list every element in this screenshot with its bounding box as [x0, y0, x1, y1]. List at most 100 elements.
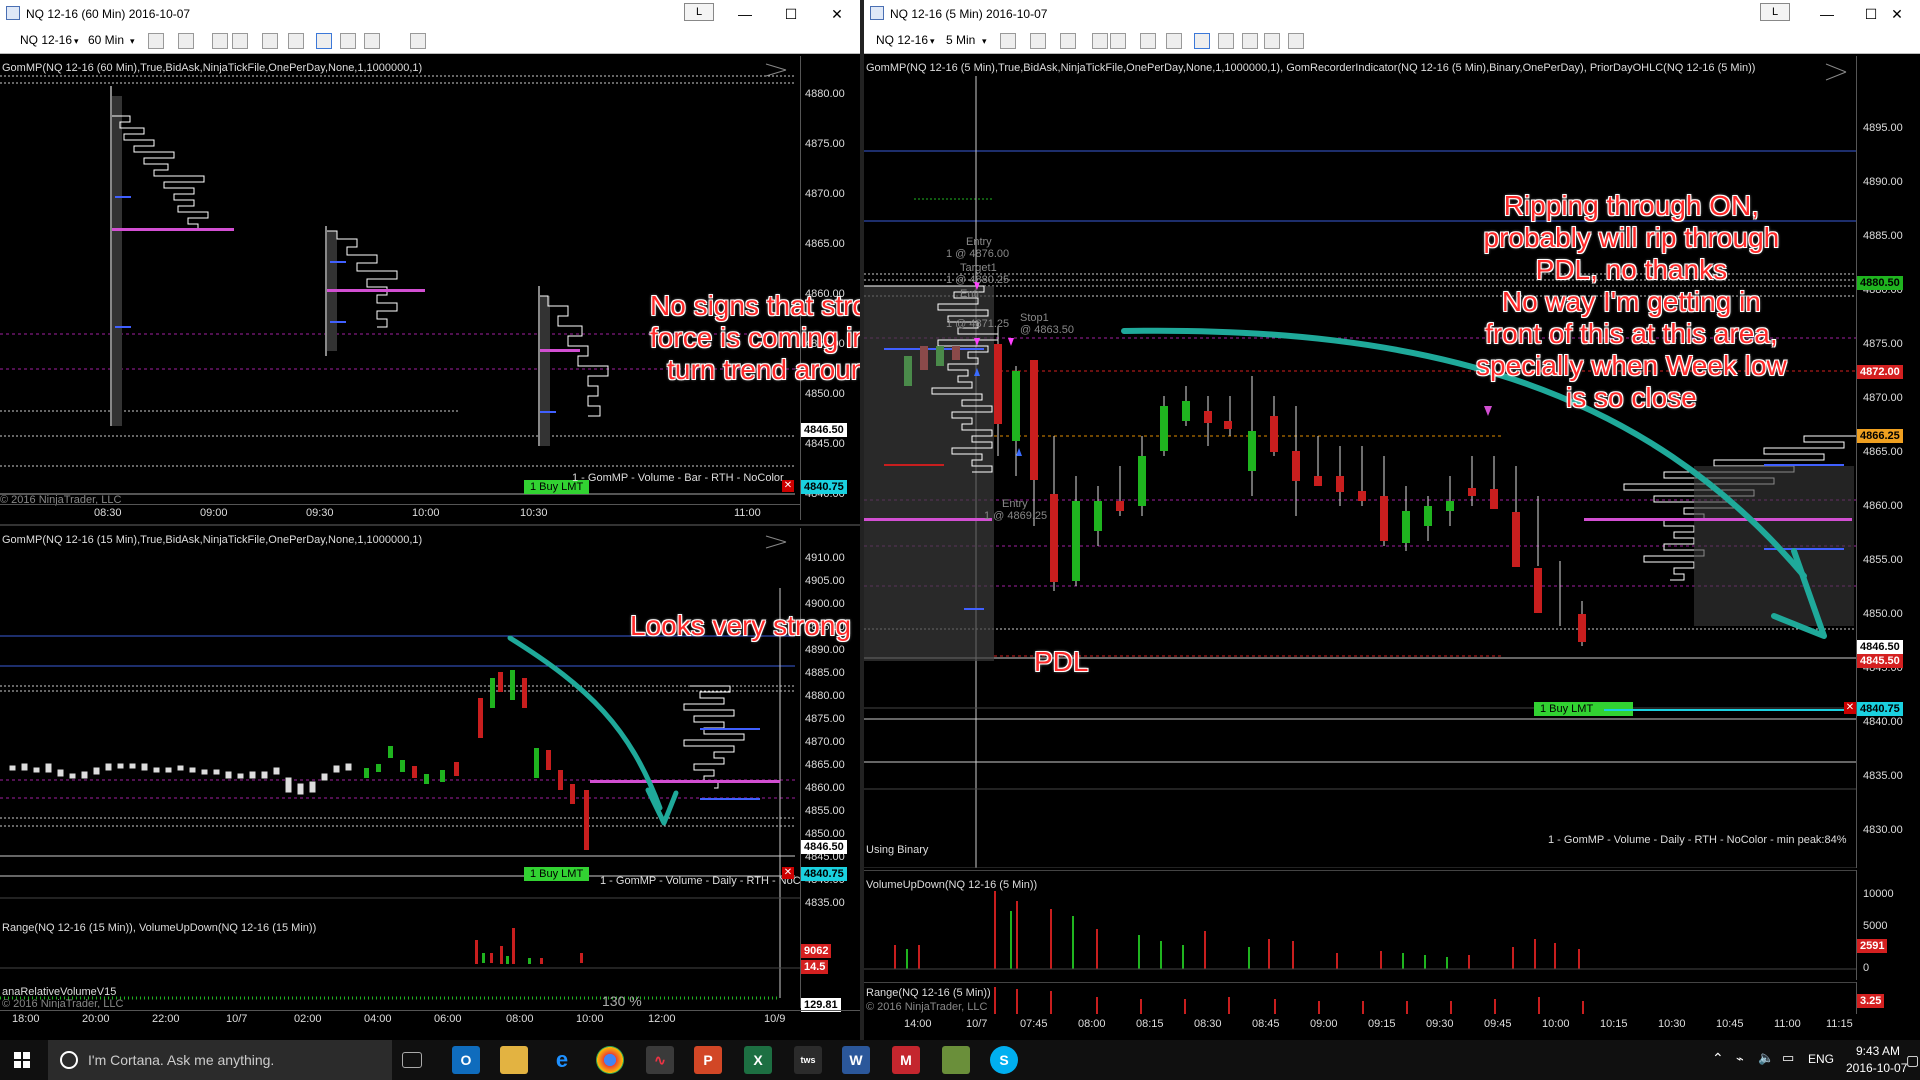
pencil-icon[interactable] [178, 33, 194, 49]
taskbar: I'm Cortana. Ask me anything. O e ∿ P X … [0, 1040, 1920, 1080]
trade-entry-2-qty: 1 @ 4871.25 [946, 318, 1010, 330]
indicators-icon[interactable] [410, 33, 426, 49]
outlook-icon[interactable]: O [452, 1046, 480, 1074]
chart-trader-icon[interactable] [316, 33, 332, 49]
pencil-icon[interactable] [1060, 33, 1076, 49]
price-tick: 4875.00 [805, 138, 845, 150]
right-volume-axis: 10000 5000 0 2591 [1856, 870, 1920, 980]
ninjatrader-icon[interactable]: ∿ [646, 1046, 674, 1074]
trade-entry-1: Entry [966, 236, 992, 248]
trade-entry-3: Entry [1002, 498, 1028, 510]
task-view-icon[interactable] [402, 1052, 422, 1068]
templates-icon[interactable] [1264, 33, 1280, 49]
price-tick: 4840.00 [1863, 716, 1903, 728]
price-tick: 4880.00 [805, 690, 845, 702]
zoom-icon[interactable] [1166, 33, 1182, 49]
eraser-icon[interactable] [1110, 33, 1126, 49]
annotation-pdl: PDL [1034, 646, 1089, 677]
network-icon[interactable]: ⌁ [1736, 1051, 1744, 1067]
powerpoint-icon[interactable]: P [694, 1046, 722, 1074]
range-tag: 9062 [801, 944, 832, 958]
excel-icon[interactable]: X [744, 1046, 772, 1074]
language-indicator[interactable]: ENG [1808, 1052, 1834, 1066]
tws-icon[interactable]: tws [794, 1046, 822, 1074]
crosshair-icon[interactable] [1092, 33, 1108, 49]
time-tick: 08:00 [1078, 1018, 1106, 1030]
price-tag-order: 4840.75 [801, 867, 847, 881]
cancel-order-icon[interactable]: ✕ [1844, 702, 1856, 714]
trade-target-qty: 1 @ 4880.25 [946, 274, 1010, 286]
right-close-button[interactable]: ✕ [1874, 0, 1920, 28]
price-tick: 4870.00 [805, 736, 845, 748]
chevron-down-icon[interactable]: ▾ [130, 36, 135, 47]
time-tick: 10:00 [412, 507, 440, 519]
right-link-button[interactable]: L [1760, 3, 1790, 21]
draw-line-icon[interactable] [148, 33, 164, 49]
cancel-order-icon[interactable]: ✕ [782, 480, 794, 492]
price-tick: 4895.00 [1863, 122, 1903, 134]
draw-line-icon[interactable] [1030, 33, 1046, 49]
left-close-button[interactable]: ✕ [814, 0, 860, 28]
properties-icon[interactable] [364, 33, 380, 49]
price-tag-order: 4840.75 [801, 480, 847, 494]
zoom-icon[interactable] [288, 33, 304, 49]
left-bottom-chart[interactable]: GomMP(NQ 12-16 (15 Min),True,BidAsk,Ninj… [0, 528, 800, 1008]
chevron-down-icon[interactable]: ▾ [74, 36, 79, 47]
time-tick: 08:45 [1252, 1018, 1280, 1030]
message-icon[interactable]: ▭ [1782, 1050, 1794, 1066]
left-instrument-select[interactable]: NQ 12-16 [20, 33, 72, 47]
price-tick: 4890.00 [1863, 176, 1903, 188]
file-explorer-icon[interactable] [500, 1046, 528, 1074]
left-link-button[interactable]: L [684, 3, 714, 21]
skype-icon[interactable]: S [990, 1046, 1018, 1074]
properties-icon[interactable] [1242, 33, 1258, 49]
chrome-icon[interactable] [596, 1046, 624, 1074]
cortana-search-box[interactable]: I'm Cortana. Ask me anything. [48, 1040, 392, 1080]
order-line[interactable] [1604, 709, 1848, 711]
cancel-order-icon[interactable]: ✕ [782, 867, 794, 879]
time-tick: 09:30 [1426, 1018, 1454, 1030]
notifications-icon[interactable]: ▢ [1906, 1052, 1919, 1069]
time-tick: 08:00 [506, 1013, 534, 1025]
clock-date[interactable]: 2016-10-07 [1846, 1061, 1907, 1075]
right-main-chart[interactable]: GomMP(NQ 12-16 (5 Min),True,BidAsk,Ninja… [864, 56, 1856, 868]
time-tick: 09:45 [1484, 1018, 1512, 1030]
right-instrument-select[interactable]: NQ 12-16 [876, 33, 928, 47]
time-tick: 07:45 [1020, 1018, 1048, 1030]
windows-start-icon[interactable] [14, 1052, 30, 1068]
left-bottom-time-axis: 18:00 20:00 22:00 10/7 02:00 04:00 06:00… [0, 1010, 860, 1026]
edge-icon[interactable]: e [548, 1046, 576, 1074]
pane-splitter[interactable] [0, 524, 860, 526]
crosshair-icon[interactable] [212, 33, 228, 49]
clock-time[interactable]: 9:43 AM [1856, 1044, 1900, 1058]
right-range-bars [994, 987, 1584, 1014]
trade-stop-qty: @ 4863.50 [1020, 324, 1074, 336]
chevron-down-icon[interactable]: ▾ [930, 36, 935, 47]
data-box-icon[interactable] [1218, 33, 1234, 49]
left-minimize-button[interactable]: — [722, 0, 768, 28]
bar-type-icon[interactable] [1000, 33, 1016, 49]
app-green-icon[interactable] [942, 1046, 970, 1074]
left-bottom-buy-limit-order[interactable]: 1 Buy LMT [524, 867, 590, 881]
data-box-icon[interactable] [340, 33, 356, 49]
pointer-icon[interactable] [1140, 33, 1156, 49]
left-top-chart[interactable]: GomMP(NQ 12-16 (60 Min),True,BidAsk,Ninj… [0, 56, 800, 520]
pointer-icon[interactable] [262, 33, 278, 49]
price-tick: 4850.00 [1863, 608, 1903, 620]
eraser-icon[interactable] [232, 33, 248, 49]
chart-trader-icon[interactable] [1194, 33, 1210, 49]
chevron-up-icon[interactable]: ⌃ [1712, 1050, 1724, 1067]
chevron-down-icon[interactable]: ▾ [982, 36, 987, 47]
using-binary-label: Using Binary [866, 844, 929, 856]
price-tick: 4905.00 [805, 575, 845, 587]
word-icon[interactable]: W [842, 1046, 870, 1074]
right-minimize-button[interactable]: — [1804, 0, 1850, 28]
indicators-icon[interactable] [1288, 33, 1304, 49]
right-interval-select[interactable]: 5 Min [946, 33, 975, 47]
right-volume-panel[interactable]: VolumeUpDown(NQ 12-16 (5 Min)) [864, 870, 1856, 980]
volume-icon[interactable]: 🔈 [1758, 1050, 1774, 1066]
left-interval-select[interactable]: 60 Min [88, 33, 124, 47]
right-range-panel[interactable]: Range(NQ 12-16 (5 Min)) © 2016 NinjaTrad… [864, 982, 1856, 1014]
left-maximize-button[interactable]: ☐ [768, 0, 814, 28]
app-m-icon[interactable]: M [892, 1046, 920, 1074]
